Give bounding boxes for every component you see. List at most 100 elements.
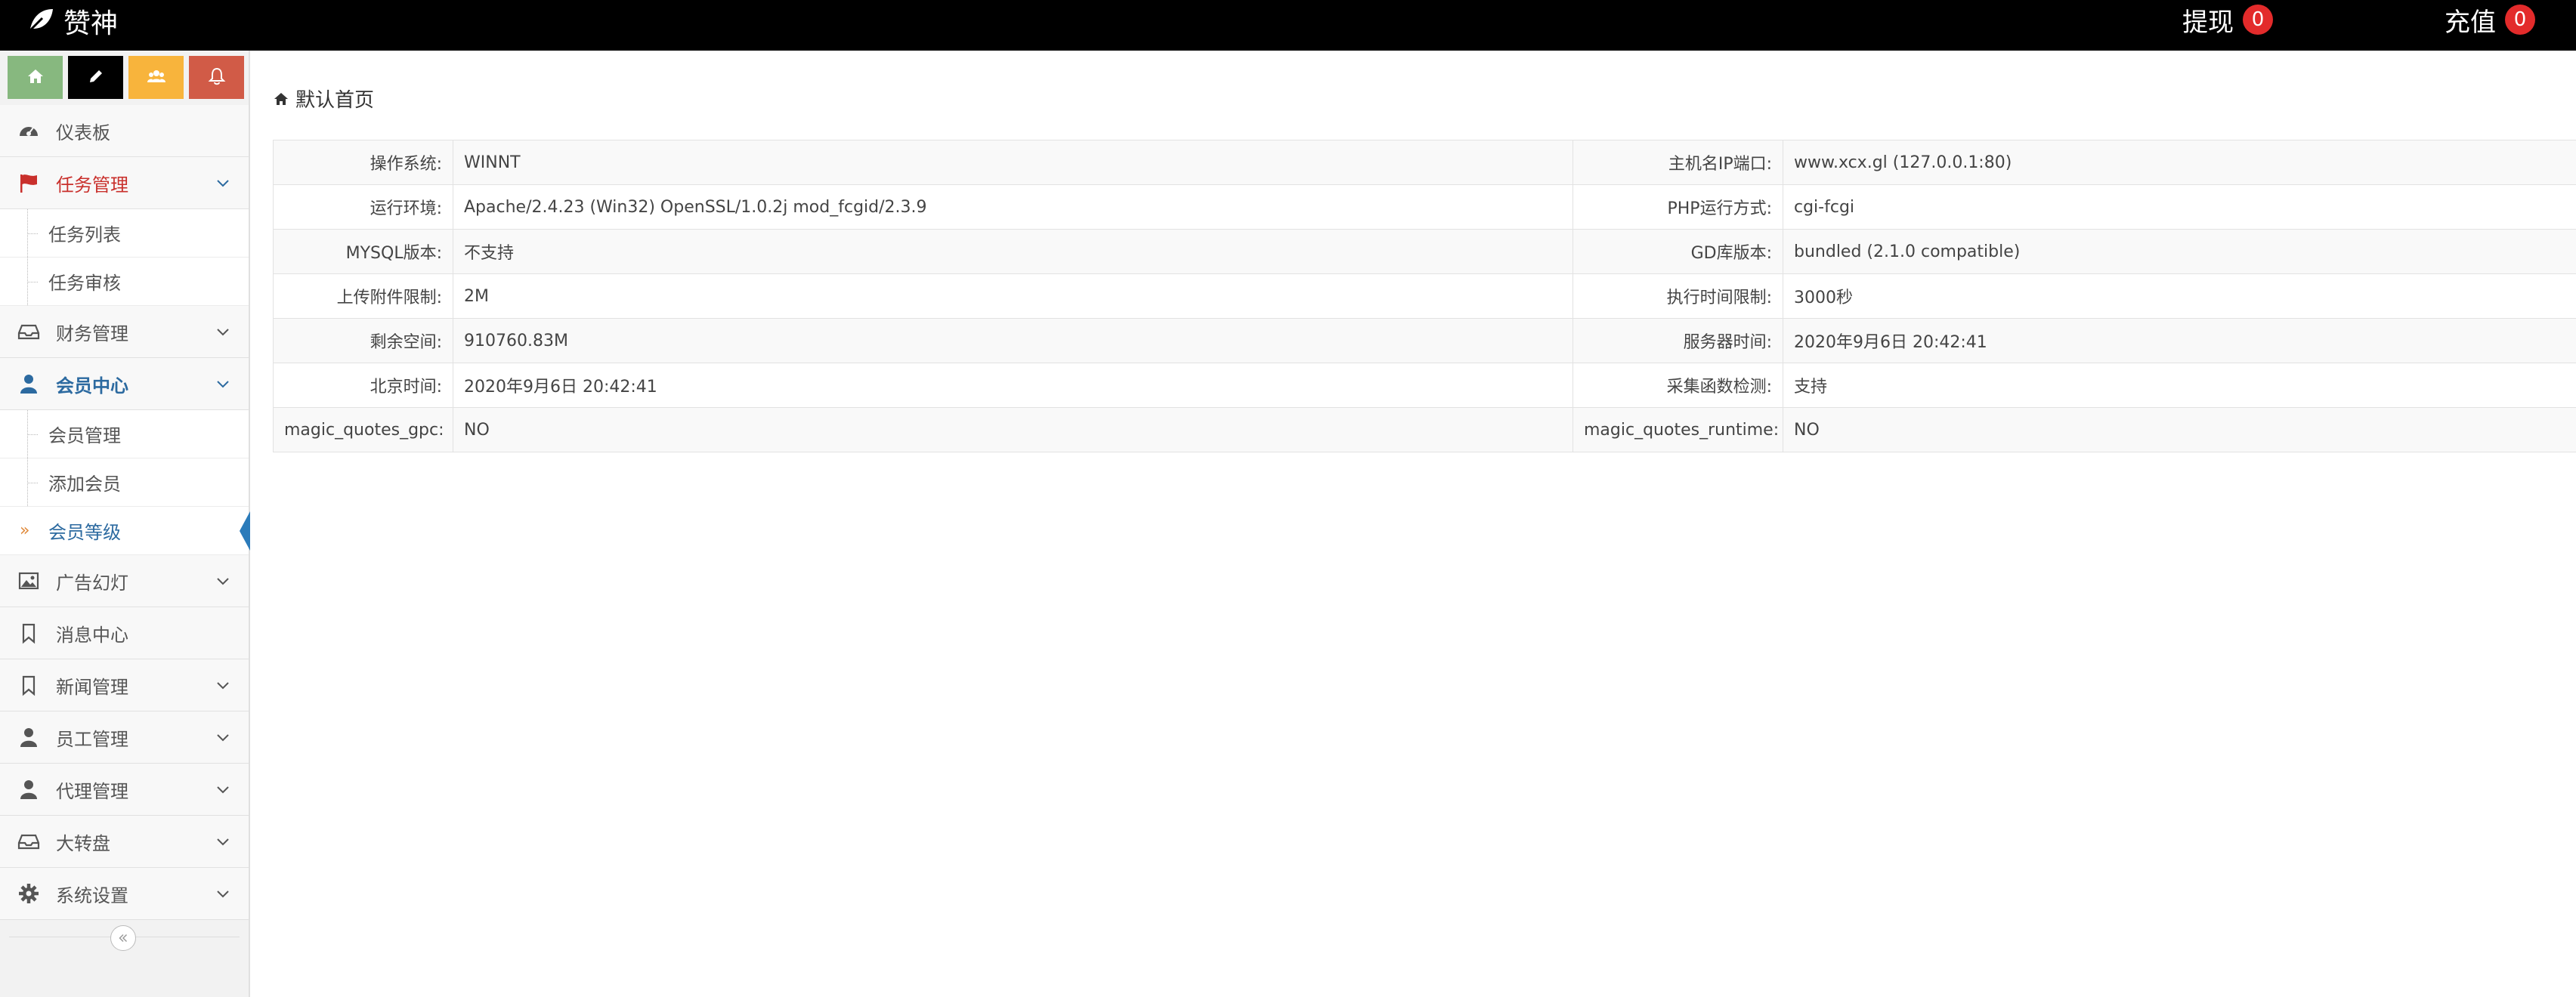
sidebar-subitem-label: 会员管理: [48, 425, 121, 446]
users-shortcut-button[interactable]: [128, 56, 184, 99]
sidebar-nav: 仪表板 任务管理 任务列表 任务审核 财务管理 会员中心 会员管理 添加会员 »…: [0, 105, 250, 920]
table-row: MYSQL版本: 不支持 GD库版本: bundled (2.1.0 compa…: [273, 229, 2576, 274]
info-key: GD库版本:: [1573, 229, 1783, 274]
info-key: PHP运行方式:: [1573, 184, 1783, 230]
sidebar-item-label: 员工管理: [56, 728, 128, 750]
sidebar-collapse-button[interactable]: [110, 925, 136, 951]
info-key: 主机名IP端口:: [1573, 140, 1783, 185]
sidebar-item-member-center[interactable]: 会员中心: [0, 358, 249, 410]
info-key: 执行时间限制:: [1573, 273, 1783, 319]
info-key: magic_quotes_runtime:: [1573, 407, 1783, 452]
chevron-down-icon: [217, 682, 229, 690]
home-shortcut-button[interactable]: [8, 56, 63, 99]
info-value: 支持: [1783, 363, 2576, 408]
sidebar-subitem-label: 添加会员: [48, 474, 121, 495]
chevron-down-icon: [217, 329, 229, 336]
server-info-table: 操作系统: WINNT 主机名IP端口: www.xcx.gl (127.0.0…: [273, 140, 2576, 452]
inbox-icon: [17, 319, 41, 344]
users-icon: [147, 66, 166, 89]
sidebar-item-label: 消息中心: [56, 624, 128, 646]
brand-name: 赞神: [63, 8, 119, 39]
table-row: 北京时间: 2020年9月6日 20:42:41 采集函数检测: 支持: [273, 363, 2576, 408]
withdraw-button[interactable]: 提现 0: [2182, 0, 2273, 39]
recharge-count-badge: 0: [2505, 5, 2535, 35]
sidebar-item-label: 新闻管理: [56, 676, 128, 698]
recharge-button[interactable]: 充值 0: [2445, 0, 2535, 39]
info-value: 3000秒: [1783, 273, 2576, 319]
info-value: 2020年9月6日 20:42:41: [453, 363, 1573, 408]
sidebar-item-staff[interactable]: 员工管理: [0, 711, 249, 764]
main-content: 默认首页 操作系统: WINNT 主机名IP端口: www.xcx.gl (12…: [250, 51, 2576, 997]
table-row: 操作系统: WINNT 主机名IP端口: www.xcx.gl (127.0.0…: [273, 140, 2576, 185]
double-chevron-right-icon: »: [20, 521, 30, 540]
bookmark-icon: [17, 621, 41, 645]
info-key: 操作系统:: [273, 140, 453, 185]
info-value: 2M: [453, 273, 1573, 319]
gear-icon: [17, 881, 41, 906]
sidebar-subitem-label: 任务列表: [48, 224, 121, 245]
dashboard-icon: [17, 119, 41, 143]
user-icon: [17, 725, 41, 749]
info-value: NO: [1783, 407, 2576, 452]
bell-shortcut-button[interactable]: [189, 56, 244, 99]
info-key: 运行环境:: [273, 184, 453, 230]
active-indicator: [240, 511, 250, 551]
sidebar-subitem-label: 任务审核: [48, 273, 121, 294]
sidebar-item-label: 代理管理: [56, 780, 128, 802]
home-icon: [26, 66, 45, 89]
top-navbar: 赞神 提现 0 充值 0: [0, 0, 2576, 51]
withdraw-label: 提现: [2182, 7, 2234, 38]
sidebar-subitem-task-list[interactable]: 任务列表: [0, 209, 249, 258]
sidebar-subitem-task-review[interactable]: 任务审核: [0, 258, 249, 306]
sidebar-item-label: 广告幻灯: [56, 572, 128, 594]
chevron-down-icon: [217, 838, 229, 846]
pencil-shortcut-button[interactable]: [68, 56, 123, 99]
chevron-down-icon: [217, 734, 229, 742]
info-value: 910760.83M: [453, 318, 1573, 363]
sidebar-item-task-management[interactable]: 任务管理: [0, 157, 249, 209]
sidebar-item-news[interactable]: 新闻管理: [0, 659, 249, 711]
sidebar-item-system-settings[interactable]: 系统设置: [0, 868, 249, 920]
sidebar-subitem-add-member[interactable]: 添加会员: [0, 458, 249, 507]
info-value: bundled (2.1.0 compatible): [1783, 229, 2576, 274]
table-row: 上传附件限制: 2M 执行时间限制: 3000秒: [273, 273, 2576, 319]
chevron-down-icon: [217, 578, 229, 585]
sidebar-subitem-member-management[interactable]: 会员管理: [0, 410, 249, 458]
chevron-down-icon: [217, 891, 229, 898]
breadcrumb: 默认首页: [273, 85, 374, 113]
info-value: www.xcx.gl (127.0.0.1:80): [1783, 140, 2576, 185]
sidebar-item-lucky-wheel[interactable]: 大转盘: [0, 816, 249, 868]
info-key: 上传附件限制:: [273, 273, 453, 319]
user-icon: [17, 372, 41, 396]
sidebar-item-label: 仪表板: [56, 122, 110, 144]
tree-line: [27, 434, 38, 435]
leaf-logo-icon: [26, 5, 56, 38]
sidebar-item-label: 任务管理: [56, 174, 128, 196]
info-key: magic_quotes_gpc:: [273, 407, 453, 452]
shortcut-buttons: [8, 56, 244, 99]
sidebar-subitem-member-level[interactable]: » 会员等级: [0, 507, 250, 555]
info-key: 采集函数检测:: [1573, 363, 1783, 408]
sidebar-item-dashboard[interactable]: 仪表板: [0, 105, 249, 157]
bookmark-icon: [17, 673, 41, 697]
chevron-down-icon: [217, 381, 229, 388]
info-value: WINNT: [453, 140, 1573, 185]
inbox-icon: [17, 829, 41, 853]
sidebar-item-ads[interactable]: 广告幻灯: [0, 555, 249, 607]
sidebar-collapse-row: [0, 919, 249, 955]
info-value: NO: [453, 407, 1573, 452]
sidebar-item-finance[interactable]: 财务管理: [0, 306, 249, 358]
brand[interactable]: 赞神: [26, 0, 118, 42]
home-icon: [274, 92, 288, 105]
sidebar-item-messages[interactable]: 消息中心: [0, 607, 249, 659]
sidebar-item-label: 系统设置: [56, 884, 128, 906]
sidebar-item-agents[interactable]: 代理管理: [0, 764, 249, 816]
bell-icon: [207, 66, 227, 89]
picture-icon: [17, 569, 41, 593]
sidebar: 仪表板 任务管理 任务列表 任务审核 财务管理 会员中心 会员管理 添加会员 »…: [0, 51, 250, 997]
sidebar-item-label: 大转盘: [56, 832, 110, 854]
sidebar-item-label: 财务管理: [56, 323, 128, 344]
info-value: Apache/2.4.23 (Win32) OpenSSL/1.0.2j mod…: [453, 184, 1573, 230]
breadcrumb-home-link[interactable]: 默认首页: [295, 85, 374, 113]
info-key: MYSQL版本:: [273, 229, 453, 274]
